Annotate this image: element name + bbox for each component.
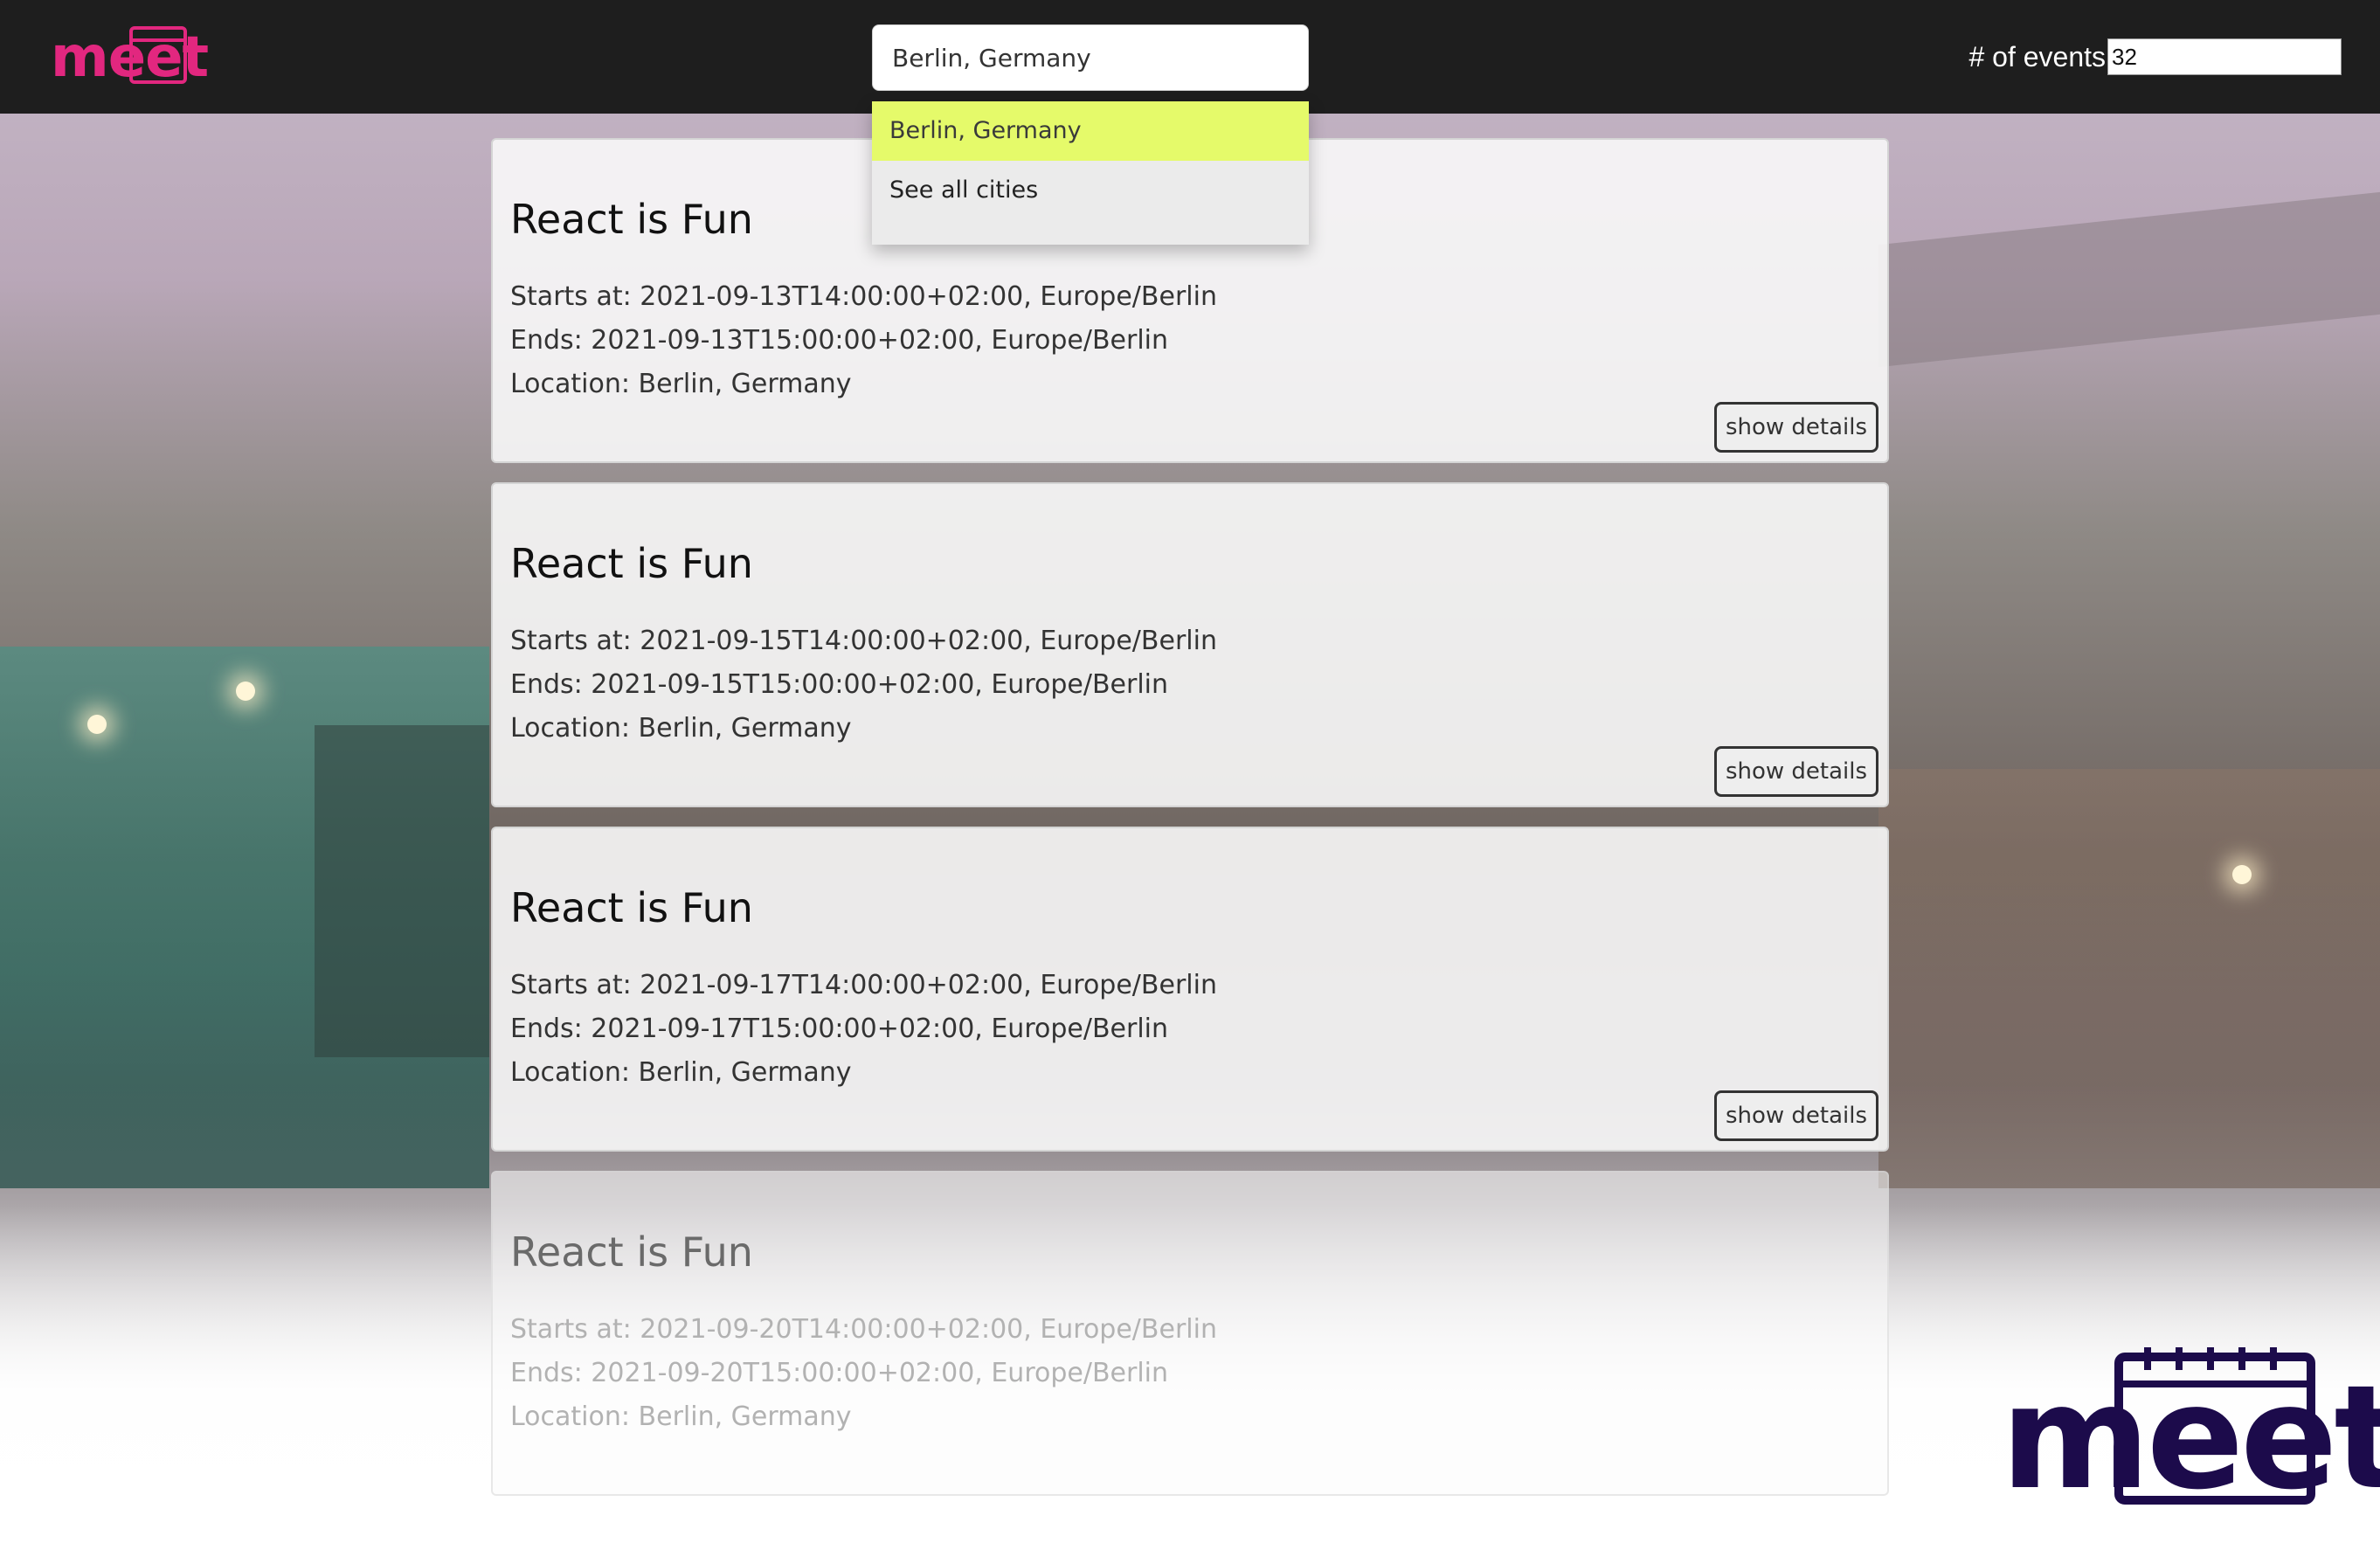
background-lamp — [236, 682, 255, 701]
event-end-time: Ends: 2021-09-13T15:00:00+02:00, Europe/… — [510, 325, 1169, 356]
event-location: Location: Berlin, Germany — [510, 713, 852, 744]
event-location: Location: Berlin, Germany — [510, 369, 852, 399]
event-start-time: Starts at: 2021-09-13T14:00:00+02:00, Eu… — [510, 281, 1217, 312]
background-roof — [1878, 191, 2380, 368]
event-title: React is Fun — [510, 1228, 753, 1276]
event-end-time: Ends: 2021-09-15T15:00:00+02:00, Europe/… — [510, 669, 1169, 700]
event-end-time: Ends: 2021-09-20T15:00:00+02:00, Europe/… — [510, 1358, 1169, 1388]
event-start-time: Starts at: 2021-09-17T14:00:00+02:00, Eu… — [510, 970, 1217, 1000]
city-search: Berlin, Germany See all cities — [872, 24, 1309, 245]
event-location: Location: Berlin, Germany — [510, 1057, 852, 1088]
event-location: Location: Berlin, Germany — [510, 1401, 852, 1432]
show-details-button[interactable]: show details — [1714, 746, 1878, 797]
event-list: React is Fun Starts at: 2021-09-13T14:00… — [491, 138, 1889, 1515]
background-menu-board — [315, 725, 489, 1057]
meet-logo-small: meet — [51, 23, 209, 93]
city-suggestions-list: Berlin, Germany See all cities — [872, 101, 1309, 245]
event-card: React is Fun Starts at: 2021-09-17T14:00… — [491, 827, 1889, 1152]
event-title: React is Fun — [510, 884, 753, 931]
suggestion-item[interactable]: Berlin, Germany — [872, 101, 1309, 161]
meet-logo-large: meet — [2001, 1347, 2380, 1510]
city-search-input[interactable] — [872, 24, 1309, 91]
suggestion-see-all-cities[interactable]: See all cities — [872, 161, 1309, 220]
show-details-button[interactable]: show details — [1714, 1090, 1878, 1141]
show-details-button[interactable]: show details — [1714, 402, 1878, 453]
event-title: React is Fun — [510, 540, 753, 587]
event-start-time: Starts at: 2021-09-15T14:00:00+02:00, Eu… — [510, 626, 1217, 656]
event-card: React is Fun Starts at: 2021-09-15T14:00… — [491, 482, 1889, 807]
number-of-events-input[interactable] — [2107, 38, 2342, 75]
calendar-icon — [129, 26, 187, 84]
background-lamp — [87, 715, 107, 734]
background-lamp — [2232, 865, 2252, 884]
background-bar-area — [1878, 769, 2380, 1188]
event-start-time: Starts at: 2021-09-20T14:00:00+02:00, Eu… — [510, 1314, 1217, 1345]
app-header: meet Berlin, Germany See all cities # of… — [0, 0, 2380, 245]
logo-text: meet — [2001, 1354, 2380, 1521]
event-end-time: Ends: 2021-09-17T15:00:00+02:00, Europe/… — [510, 1014, 1169, 1044]
event-card: React is Fun Starts at: 2021-09-20T14:00… — [491, 1171, 1889, 1496]
number-of-events-label: # of events — [1968, 40, 2106, 73]
event-title: React is Fun — [510, 196, 753, 243]
number-of-events: # of events — [1968, 38, 2342, 75]
